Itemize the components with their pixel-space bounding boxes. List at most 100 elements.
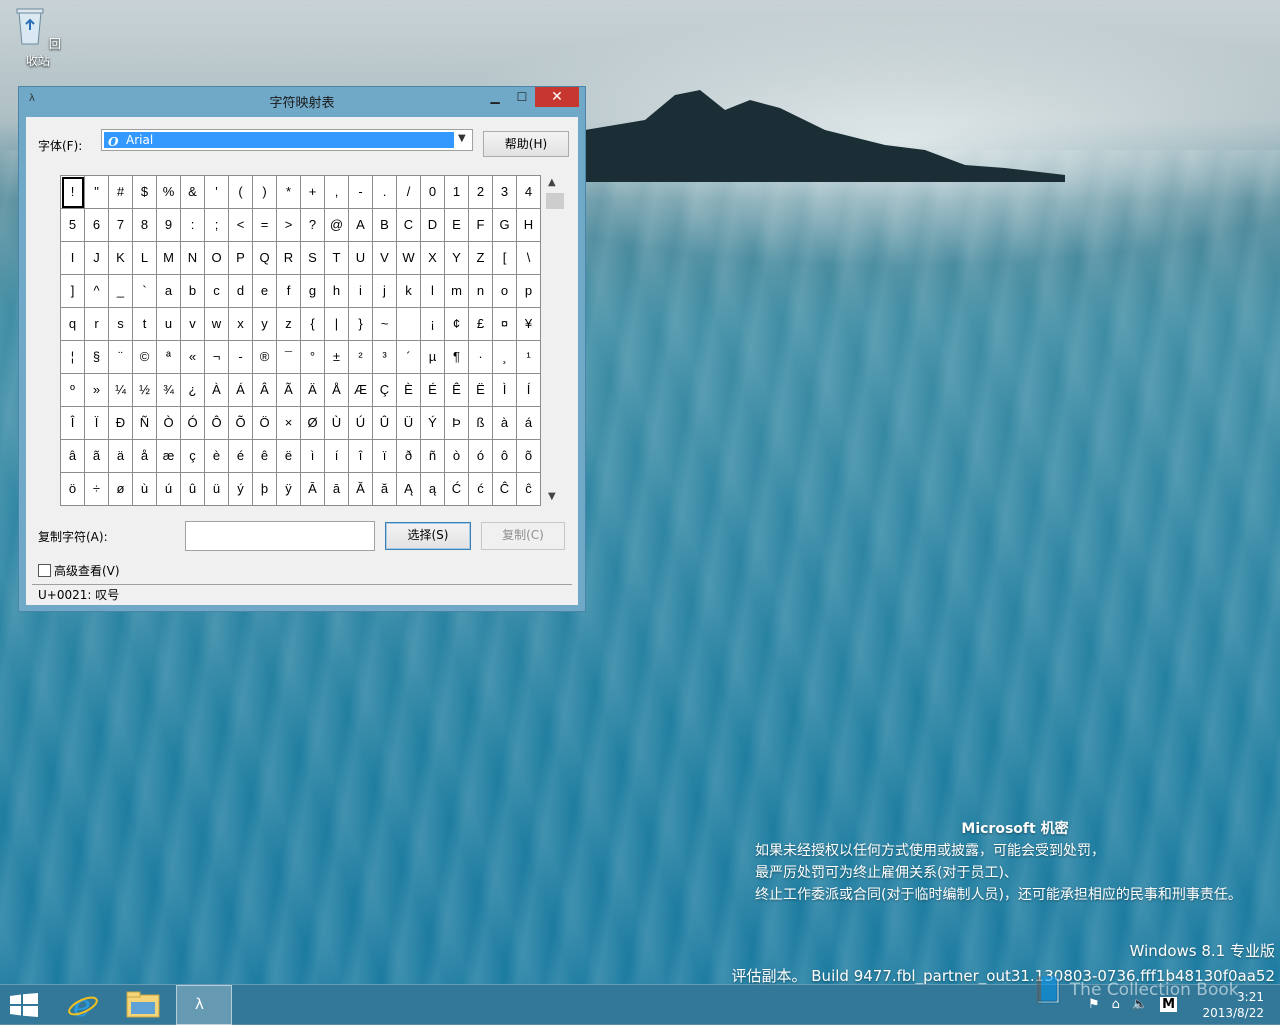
char-cell[interactable]: P [229, 242, 253, 275]
char-cell[interactable]: ï [373, 440, 397, 473]
char-cell[interactable]: p [517, 275, 541, 308]
char-cell[interactable]: % [157, 176, 181, 209]
char-cell[interactable]: { [301, 308, 325, 341]
char-cell[interactable]: ! [61, 176, 85, 209]
char-cell[interactable]: K [109, 242, 133, 275]
char-cell[interactable]: Î [61, 407, 85, 440]
char-cell[interactable]: Ô [205, 407, 229, 440]
char-cell[interactable]: Ë [469, 374, 493, 407]
char-cell[interactable]: R [277, 242, 301, 275]
char-cell[interactable]: ù [133, 473, 157, 506]
char-cell[interactable]: , [325, 176, 349, 209]
char-cell[interactable]: " [85, 176, 109, 209]
char-cell[interactable]: I [61, 242, 85, 275]
char-cell[interactable]: 2 [469, 176, 493, 209]
taskbar-internet-explorer[interactable]: e [56, 985, 112, 1025]
char-cell[interactable]: ø [109, 473, 133, 506]
char-cell[interactable]: Ñ [133, 407, 157, 440]
char-cell[interactable]: 0 [421, 176, 445, 209]
char-cell[interactable]: Õ [229, 407, 253, 440]
char-cell[interactable]: Ò [157, 407, 181, 440]
char-cell[interactable]: ± [325, 341, 349, 374]
char-cell[interactable]: k [397, 275, 421, 308]
char-cell[interactable]: ü [205, 473, 229, 506]
char-cell[interactable]: å [133, 440, 157, 473]
char-cell[interactable]: ö [61, 473, 85, 506]
char-cell[interactable]: $ [133, 176, 157, 209]
char-cell[interactable]: 5 [61, 209, 85, 242]
char-cell[interactable]: # [109, 176, 133, 209]
char-cell[interactable]: ( [229, 176, 253, 209]
char-cell[interactable]: Æ [349, 374, 373, 407]
scrollbar-thumb[interactable] [546, 193, 564, 209]
char-cell[interactable]: Ä [301, 374, 325, 407]
char-cell[interactable]: Û [373, 407, 397, 440]
char-cell[interactable]: \ [517, 242, 541, 275]
char-cell[interactable]: ú [157, 473, 181, 506]
chevron-down-icon[interactable]: ▼ [458, 133, 466, 144]
char-cell[interactable]: · [469, 341, 493, 374]
char-cell[interactable]: ā [325, 473, 349, 506]
char-cell[interactable]: n [469, 275, 493, 308]
char-cell[interactable]: Ă [349, 473, 373, 506]
taskbar-file-explorer[interactable] [116, 985, 172, 1025]
close-button[interactable]: ✕ [535, 87, 579, 107]
char-cell[interactable]: X [421, 242, 445, 275]
char-cell[interactable]: Ý [421, 407, 445, 440]
char-cell[interactable]: } [349, 308, 373, 341]
char-cell[interactable]: . [373, 176, 397, 209]
char-cell[interactable]: - [349, 176, 373, 209]
char-cell[interactable]: ć [469, 473, 493, 506]
char-cell[interactable]: l [421, 275, 445, 308]
char-cell[interactable]: u [157, 308, 181, 341]
char-cell[interactable]: Z [469, 242, 493, 275]
char-cell[interactable]: ð [397, 440, 421, 473]
char-cell[interactable]: § [85, 341, 109, 374]
font-dropdown[interactable]: O Arial ▼ [101, 129, 473, 151]
char-cell[interactable]: ¥ [517, 308, 541, 341]
char-cell[interactable]: ; [205, 209, 229, 242]
char-cell[interactable]: w [205, 308, 229, 341]
char-cell[interactable]: e [253, 275, 277, 308]
char-cell[interactable]: O [205, 242, 229, 275]
char-cell[interactable]: C [397, 209, 421, 242]
char-cell[interactable]: 9 [157, 209, 181, 242]
char-cell[interactable]: ë [277, 440, 301, 473]
char-cell[interactable]: Ï [85, 407, 109, 440]
char-cell[interactable]: þ [253, 473, 277, 506]
checkbox-icon[interactable] [38, 564, 51, 577]
char-cell[interactable]: a [157, 275, 181, 308]
char-cell[interactable]: ¦ [61, 341, 85, 374]
char-cell[interactable]: » [85, 374, 109, 407]
char-cell[interactable]: í [325, 440, 349, 473]
char-cell[interactable]: ¼ [109, 374, 133, 407]
char-cell[interactable]: ĉ [517, 473, 541, 506]
char-cell[interactable]: ¬ [205, 341, 229, 374]
char-cell[interactable]: ° [301, 341, 325, 374]
char-cell[interactable]: | [325, 308, 349, 341]
char-cell[interactable]: - [229, 341, 253, 374]
char-cell[interactable]: q [61, 308, 85, 341]
grid-scrollbar[interactable]: ▲ ▼ [544, 175, 566, 507]
char-cell[interactable]: ¤ [493, 308, 517, 341]
char-cell[interactable]: © [133, 341, 157, 374]
char-cell[interactable]: _ [109, 275, 133, 308]
char-cell[interactable]: M [157, 242, 181, 275]
char-cell[interactable]: o [493, 275, 517, 308]
char-cell[interactable]: ~ [373, 308, 397, 341]
taskbar-character-map[interactable]: λ [176, 985, 232, 1025]
char-cell[interactable]: £ [469, 308, 493, 341]
char-cell[interactable]: â [61, 440, 85, 473]
char-cell[interactable]: º [61, 374, 85, 407]
char-cell[interactable]: Ā [301, 473, 325, 506]
char-cell[interactable]: 3 [493, 176, 517, 209]
char-cell[interactable]: ´ [397, 341, 421, 374]
char-cell[interactable]: ² [349, 341, 373, 374]
copy-chars-input[interactable] [185, 521, 375, 551]
char-cell[interactable]: i [349, 275, 373, 308]
char-cell[interactable]: ) [253, 176, 277, 209]
char-cell[interactable]: s [109, 308, 133, 341]
char-cell[interactable]: @ [325, 209, 349, 242]
char-cell[interactable]: < [229, 209, 253, 242]
char-cell[interactable]: î [349, 440, 373, 473]
